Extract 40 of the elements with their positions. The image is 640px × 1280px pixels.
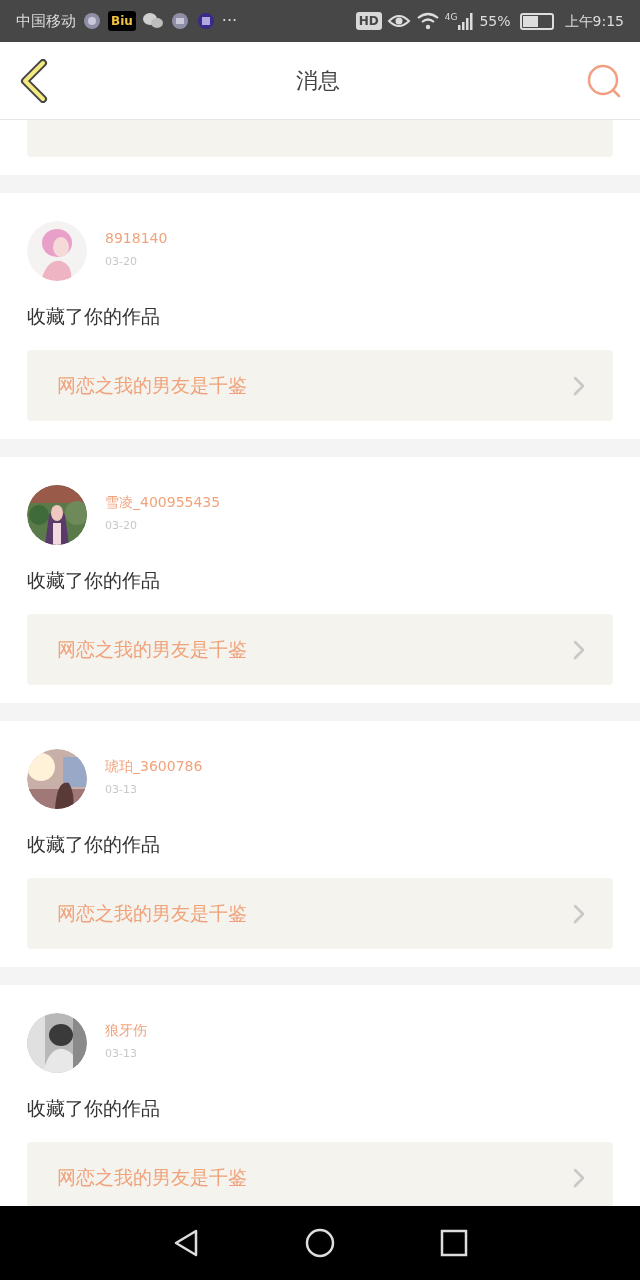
wifi-icon xyxy=(415,12,440,30)
hd-badge: HD xyxy=(355,12,382,30)
username-link[interactable]: 雪凌_400955435 xyxy=(105,493,221,511)
link-card[interactable]: 网恋之我的男友是千鉴 xyxy=(27,614,613,685)
chevron-right-icon xyxy=(573,639,585,660)
username-link[interactable]: 琥珀_3600786 xyxy=(105,757,203,775)
battery-icon xyxy=(519,12,554,30)
work-title: 网恋之我的男友是千鉴 xyxy=(57,901,248,927)
message-text: 收藏了你的作品 xyxy=(27,1096,161,1121)
link-card[interactable]: 网恋之我的男友是千鉴 xyxy=(27,878,613,949)
app-icon: Biu xyxy=(108,11,136,31)
username-link[interactable]: 狼牙伤 xyxy=(105,1021,147,1039)
message-text: 收藏了你的作品 xyxy=(27,304,161,329)
app-icon xyxy=(195,11,216,31)
carrier-name: 中国移动 xyxy=(16,10,76,32)
back-icon xyxy=(19,58,49,103)
chat-icon xyxy=(141,12,164,30)
app-icon xyxy=(169,11,190,31)
username-link[interactable]: 8918140 xyxy=(105,229,168,247)
search-icon xyxy=(586,62,622,99)
app-icon xyxy=(82,11,102,31)
message-text: 收藏了你的作品 xyxy=(27,832,161,857)
chevron-right-icon xyxy=(573,1167,585,1188)
link-card[interactable]: 网恋之我的男友是千鉴 xyxy=(27,1142,613,1206)
work-title: 网恋之我的男友是千鉴 xyxy=(57,637,248,663)
page-title: 消息 xyxy=(295,67,341,95)
work-title: 网恋之我的男友是千鉴 xyxy=(57,373,248,399)
message-text: 收藏了你的作品 xyxy=(27,568,161,593)
network-type: 4G xyxy=(444,12,458,22)
eye-icon xyxy=(386,13,411,29)
chevron-right-icon xyxy=(573,903,585,924)
link-card[interactable]: 网恋之我的男友是千鉴 xyxy=(27,350,613,421)
signal-icon xyxy=(458,12,475,30)
recents-icon[interactable] xyxy=(439,1229,468,1257)
chevron-right-icon xyxy=(573,375,585,396)
battery-percent: 55% xyxy=(479,11,511,31)
home-icon[interactable] xyxy=(305,1228,335,1258)
work-title: 网恋之我的男友是千鉴 xyxy=(57,1165,248,1191)
clock-time: 上午9:15 xyxy=(564,11,624,31)
more-notifications: ··· xyxy=(221,10,238,32)
